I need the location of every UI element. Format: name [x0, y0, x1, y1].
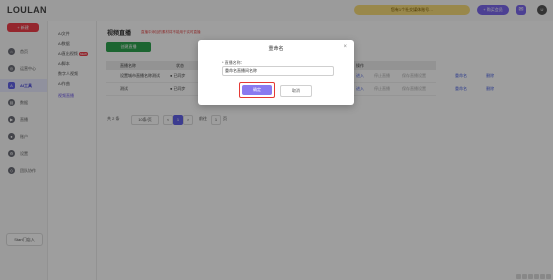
tray-icon[interactable]	[528, 274, 533, 279]
dialog-title: 重命名	[268, 46, 284, 52]
close-icon[interactable]: ×	[343, 44, 347, 50]
tray-icon[interactable]	[516, 274, 521, 279]
cancel-button[interactable]: 取消	[280, 85, 312, 97]
system-tray	[516, 273, 553, 280]
tray-icon[interactable]	[540, 274, 545, 279]
tray-icon[interactable]	[534, 274, 539, 279]
tray-icon[interactable]	[522, 274, 527, 279]
rename-dialog: 重命名 × * 直播名称： 确定 取消	[198, 40, 354, 105]
live-name-input[interactable]	[222, 66, 334, 76]
tray-icon[interactable]	[546, 274, 551, 279]
confirm-button[interactable]: 确定	[242, 85, 272, 95]
